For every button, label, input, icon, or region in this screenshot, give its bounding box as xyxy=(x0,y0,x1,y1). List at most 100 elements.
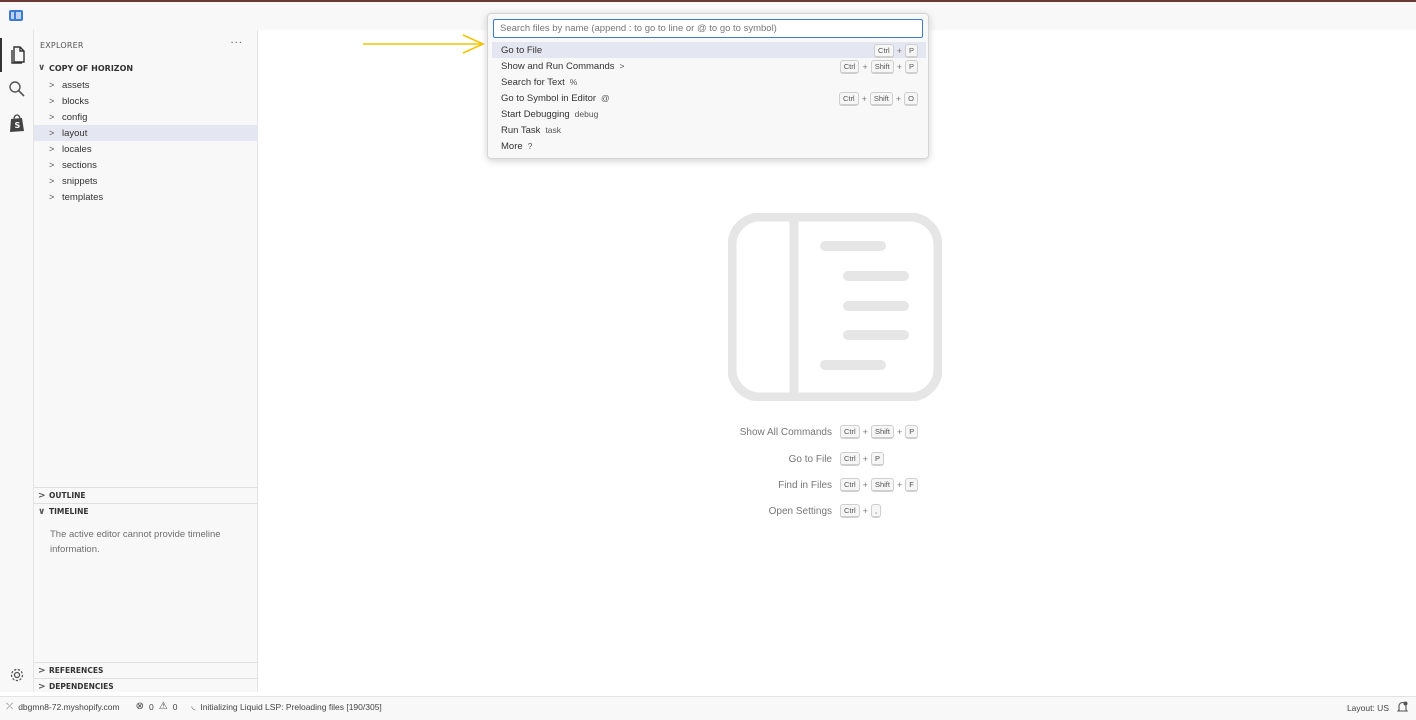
folder-item[interactable]: > snippets xyxy=(34,173,258,189)
key: Ctrl xyxy=(840,452,860,466)
chevron-right-icon: > xyxy=(38,681,46,692)
outline-section-header[interactable]: > OUTLINE xyxy=(34,487,258,503)
shortcut-find-in-files: Find in Files Ctrl + Shift + F xyxy=(700,477,1100,493)
outline-label: OUTLINE xyxy=(49,491,86,500)
dependencies-section-header[interactable]: > DEPENDENCIES xyxy=(34,678,258,694)
timeline-section-header[interactable]: ∨ TIMELINE xyxy=(34,503,258,519)
key: P xyxy=(904,60,918,74)
folder-label: config xyxy=(62,111,88,123)
remote-host[interactable]: dbgmn8-72.myshopify.com xyxy=(18,702,119,712)
folder-item[interactable]: > config xyxy=(34,109,258,125)
chevron-right-icon: > xyxy=(49,176,55,186)
folder-label: sections xyxy=(62,159,97,171)
workspace-root-label: COPY OF HORIZON xyxy=(49,63,134,73)
quick-pick-item-label: Go to File xyxy=(501,44,543,56)
key: Ctrl xyxy=(874,44,894,58)
key: F xyxy=(905,478,918,492)
references-label: REFERENCES xyxy=(49,666,104,675)
quick-pick-search-input[interactable]: Search files by name (append : to go to … xyxy=(493,19,923,38)
vscode-logo-icon[interactable] xyxy=(9,10,23,21)
search-icon[interactable] xyxy=(0,72,34,106)
timeline-message: The active editor cannot provide timelin… xyxy=(50,529,221,555)
files-icon[interactable] xyxy=(0,38,34,72)
quick-pick-item-go-to-symbol[interactable]: Go to Symbol in Editor @ Ctrl + Shift + O xyxy=(492,90,926,106)
bell-icon[interactable] xyxy=(1396,701,1409,715)
key: Shift xyxy=(869,92,893,106)
quick-pick-panel: Search files by name (append : to go to … xyxy=(487,13,929,159)
folder-item[interactable]: > blocks xyxy=(34,93,258,109)
activity-bar: S xyxy=(0,30,34,692)
key: Ctrl xyxy=(838,92,859,106)
chevron-down-icon: ∨ xyxy=(38,63,46,73)
key: P xyxy=(905,425,919,439)
warning-icon[interactable]: ⚠ xyxy=(159,701,168,712)
quick-pick-item-label: Go to Symbol in Editor xyxy=(501,92,597,104)
error-count[interactable]: 0 xyxy=(149,702,154,712)
lsp-progress[interactable]: Initializing Liquid LSP: Preloading file… xyxy=(200,702,381,712)
folder-label: layout xyxy=(62,127,88,139)
key: O xyxy=(904,92,918,106)
shortcut-label: Find in Files xyxy=(778,479,832,491)
chevron-right-icon: > xyxy=(49,128,55,138)
folder-item[interactable]: > assets xyxy=(34,77,258,93)
quick-pick-item-label: Start Debugging xyxy=(501,108,570,120)
quick-pick-item-prefix: @ xyxy=(601,93,610,103)
shortcut-label: Open Settings xyxy=(768,505,832,517)
quick-pick-item-prefix: task xyxy=(545,125,562,135)
folder-label: locales xyxy=(62,143,92,155)
shortcut-go-to-file: Go to File Ctrl + P xyxy=(700,451,1100,467)
chevron-right-icon: > xyxy=(38,490,46,501)
explorer-sidebar: EXPLORER ··· ∨ COPY OF HORIZON > assets >… xyxy=(34,30,258,692)
folder-label: assets xyxy=(62,79,90,91)
shortcut-label: Show All Commands xyxy=(739,426,832,438)
quick-pick-item-more[interactable]: More ? xyxy=(492,138,926,154)
quick-pick-item-prefix: > xyxy=(619,61,625,71)
more-actions-button[interactable]: ··· xyxy=(230,38,243,49)
spinner-icon: ◟ xyxy=(191,701,196,712)
quick-pick-item-label: Search for Text xyxy=(501,76,565,88)
quick-pick-item-search-text[interactable]: Search for Text % xyxy=(492,74,926,90)
folder-label: templates xyxy=(62,191,104,203)
chevron-right-icon: > xyxy=(49,80,55,90)
quick-pick-item-run-task[interactable]: Run Task task xyxy=(492,122,926,138)
status-bar: ⤫ dbgmn8-72.myshopify.com ⊗ 0 ⚠ 0 ◟ Init… xyxy=(0,696,1416,720)
workspace-root[interactable]: ∨ COPY OF HORIZON xyxy=(34,60,258,76)
editor-watermark-icon xyxy=(727,212,943,405)
quick-pick-item-prefix: % xyxy=(569,77,578,87)
folder-item[interactable]: > templates xyxy=(34,189,258,205)
key: Shift xyxy=(870,60,894,74)
warning-count[interactable]: 0 xyxy=(173,702,178,712)
error-icon[interactable]: ⊗ xyxy=(136,701,144,712)
shortcut-show-all-commands: Show All Commands Ctrl + Shift + P xyxy=(700,424,1100,440)
key: Ctrl xyxy=(840,504,860,518)
remote-icon[interactable]: ⤫ xyxy=(6,701,13,712)
shopify-bag-icon[interactable]: S xyxy=(0,106,34,140)
folder-item-selected[interactable]: > layout xyxy=(34,125,258,141)
gear-icon[interactable] xyxy=(0,658,34,692)
chevron-right-icon: > xyxy=(49,96,55,106)
quick-pick-placeholder: Search files by name (append : to go to … xyxy=(500,23,777,34)
key: Shift xyxy=(870,425,894,439)
quick-pick-item-label: More xyxy=(501,140,523,152)
quick-pick-item-label: Run Task xyxy=(501,124,541,136)
folder-label: blocks xyxy=(62,95,89,107)
svg-text:S: S xyxy=(15,121,21,130)
folder-item[interactable]: > locales xyxy=(34,141,258,157)
key: Ctrl xyxy=(839,60,860,74)
references-section-header[interactable]: > REFERENCES xyxy=(34,662,258,678)
quick-pick-item-show-run-commands[interactable]: Show and Run Commands > Ctrl + Shift + P xyxy=(492,58,926,74)
key: Shift xyxy=(870,478,894,492)
quick-pick-item-prefix: debug xyxy=(574,109,599,119)
key: Ctrl xyxy=(840,425,860,439)
key: P xyxy=(870,452,884,466)
shortcut-label: Go to File xyxy=(788,453,832,465)
annotation-arrow-icon xyxy=(363,32,487,60)
chevron-right-icon: > xyxy=(49,192,55,202)
folder-label: snippets xyxy=(62,175,98,187)
timeline-label: TIMELINE xyxy=(49,507,89,516)
folder-item[interactable]: > sections xyxy=(34,157,258,173)
quick-pick-item-go-to-file[interactable]: Go to File Ctrl + P xyxy=(492,42,926,58)
keyboard-layout[interactable]: Layout: US xyxy=(1347,703,1389,713)
key: , xyxy=(870,504,882,518)
quick-pick-item-start-debugging[interactable]: Start Debugging debug xyxy=(492,106,926,122)
